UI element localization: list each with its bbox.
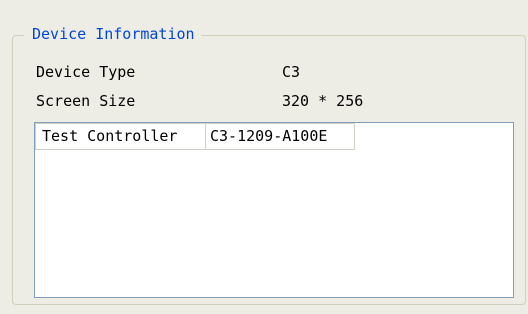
controller-list[interactable]: Test Controller C3-1209-A100E [34, 122, 514, 298]
controller-name: Test Controller [35, 123, 205, 150]
device-type-row: Device Type C3 [36, 61, 300, 83]
device-information-title: Device Information [24, 23, 201, 45]
list-item[interactable]: Test Controller C3-1209-A100E [35, 123, 513, 150]
device-type-label: Device Type [36, 63, 136, 81]
screen-size-row: Screen Size 320 * 256 [36, 90, 363, 112]
screen-size-label: Screen Size [36, 92, 136, 110]
controller-id: C3-1209-A100E [205, 123, 355, 150]
screen-size-value: 320 * 256 [282, 92, 364, 110]
device-type-value: C3 [282, 63, 301, 81]
